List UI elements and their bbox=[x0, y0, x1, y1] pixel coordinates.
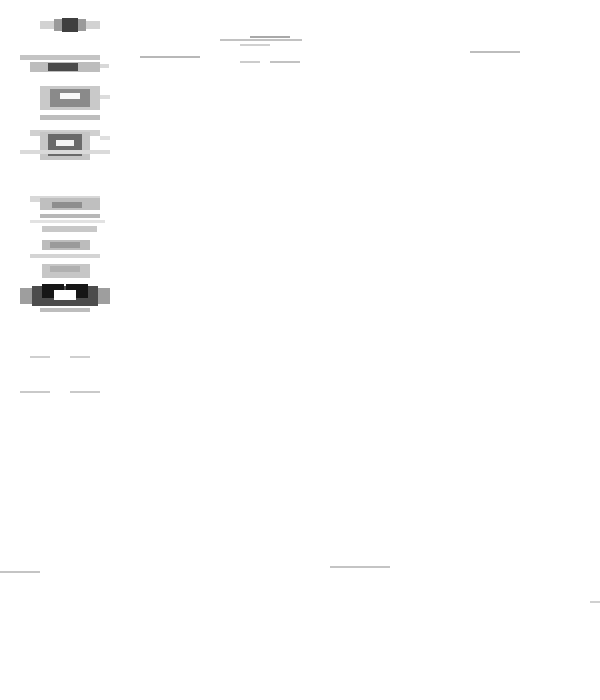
header-left-decoration bbox=[140, 55, 200, 59]
document-icon[interactable] bbox=[40, 83, 110, 121]
user-icon bbox=[20, 354, 100, 394]
settings-icon[interactable] bbox=[20, 128, 110, 164]
app-icon[interactable] bbox=[40, 18, 100, 32]
grid-icon[interactable] bbox=[30, 238, 102, 282]
image-icon[interactable] bbox=[20, 284, 110, 312]
folder-icon[interactable] bbox=[20, 53, 110, 75]
screen bbox=[0, 0, 600, 700]
right-edge-decoration bbox=[590, 600, 600, 604]
title-underline-decoration bbox=[220, 34, 302, 48]
top-right-decoration bbox=[470, 50, 520, 54]
list-icon[interactable] bbox=[30, 194, 105, 234]
header-center-decoration bbox=[240, 60, 300, 64]
left-edge-decoration bbox=[0, 570, 40, 574]
center-caption-decoration bbox=[330, 565, 390, 569]
